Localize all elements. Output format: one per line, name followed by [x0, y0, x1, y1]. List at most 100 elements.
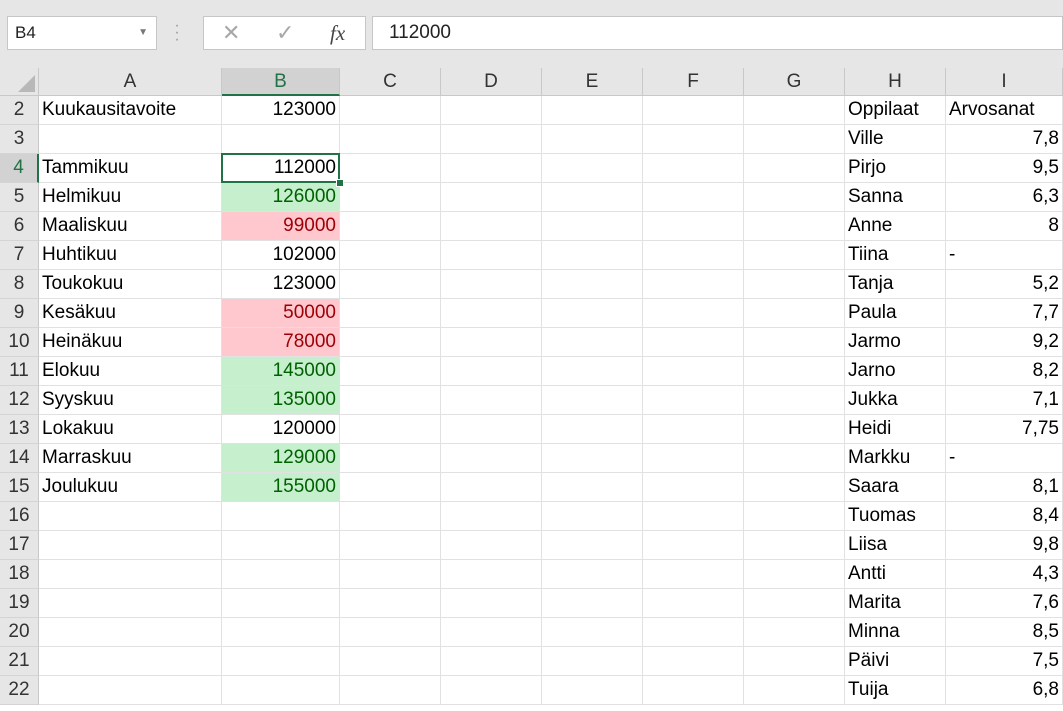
cell-e9[interactable]	[542, 299, 643, 328]
cell-e3[interactable]	[542, 125, 643, 154]
cell-a12[interactable]: Syyskuu	[39, 386, 222, 415]
cell-b18[interactable]	[222, 560, 340, 589]
cell-i18[interactable]: 4,3	[946, 560, 1063, 589]
cell-h6[interactable]: Anne	[845, 212, 946, 241]
row-header-19[interactable]: 19	[0, 589, 39, 618]
cell-h14[interactable]: Markku	[845, 444, 946, 473]
cell-h3[interactable]: Ville	[845, 125, 946, 154]
cell-e16[interactable]	[542, 502, 643, 531]
cell-i5[interactable]: 6,3	[946, 183, 1063, 212]
cell-b12[interactable]: 135000	[222, 386, 340, 415]
cell-i17[interactable]: 9,8	[946, 531, 1063, 560]
check-icon[interactable]: ✓	[276, 17, 294, 49]
row-header-8[interactable]: 8	[0, 270, 39, 299]
cell-i16[interactable]: 8,4	[946, 502, 1063, 531]
cell-c19[interactable]	[340, 589, 441, 618]
cell-d16[interactable]	[441, 502, 542, 531]
cell-g15[interactable]	[744, 473, 845, 502]
cell-i9[interactable]: 7,7	[946, 299, 1063, 328]
column-header-f[interactable]: F	[643, 68, 744, 96]
cell-h17[interactable]: Liisa	[845, 531, 946, 560]
cell-b4[interactable]: 112000	[222, 154, 340, 183]
cell-b17[interactable]	[222, 531, 340, 560]
chevron-down-icon[interactable]: ▼	[138, 17, 148, 49]
cell-b6[interactable]: 99000	[222, 212, 340, 241]
cell-b22[interactable]	[222, 676, 340, 705]
cell-c7[interactable]	[340, 241, 441, 270]
cell-e13[interactable]	[542, 415, 643, 444]
cell-a10[interactable]: Heinäkuu	[39, 328, 222, 357]
cell-d7[interactable]	[441, 241, 542, 270]
cell-a5[interactable]: Helmikuu	[39, 183, 222, 212]
cell-i12[interactable]: 7,1	[946, 386, 1063, 415]
cell-g21[interactable]	[744, 647, 845, 676]
cell-i15[interactable]: 8,1	[946, 473, 1063, 502]
cell-i21[interactable]: 7,5	[946, 647, 1063, 676]
cell-b21[interactable]	[222, 647, 340, 676]
row-header-15[interactable]: 15	[0, 473, 39, 502]
cell-i13[interactable]: 7,75	[946, 415, 1063, 444]
row-header-5[interactable]: 5	[0, 183, 39, 212]
cell-f5[interactable]	[643, 183, 744, 212]
cell-e18[interactable]	[542, 560, 643, 589]
cell-i11[interactable]: 8,2	[946, 357, 1063, 386]
row-header-14[interactable]: 14	[0, 444, 39, 473]
row-header-20[interactable]: 20	[0, 618, 39, 647]
cell-b2[interactable]: 123000	[222, 96, 340, 125]
cell-i2[interactable]: Arvosanat	[946, 96, 1063, 125]
cell-e7[interactable]	[542, 241, 643, 270]
cell-g11[interactable]	[744, 357, 845, 386]
cell-a17[interactable]	[39, 531, 222, 560]
cell-i20[interactable]: 8,5	[946, 618, 1063, 647]
cell-a14[interactable]: Marraskuu	[39, 444, 222, 473]
row-header-21[interactable]: 21	[0, 647, 39, 676]
cell-h16[interactable]: Tuomas	[845, 502, 946, 531]
cell-h21[interactable]: Päivi	[845, 647, 946, 676]
cell-f2[interactable]	[643, 96, 744, 125]
cell-d19[interactable]	[441, 589, 542, 618]
cell-g18[interactable]	[744, 560, 845, 589]
row-header-6[interactable]: 6	[0, 212, 39, 241]
cell-c13[interactable]	[340, 415, 441, 444]
cell-e21[interactable]	[542, 647, 643, 676]
cell-g7[interactable]	[744, 241, 845, 270]
row-header-11[interactable]: 11	[0, 357, 39, 386]
cell-f16[interactable]	[643, 502, 744, 531]
cell-d18[interactable]	[441, 560, 542, 589]
cell-a16[interactable]	[39, 502, 222, 531]
cell-g20[interactable]	[744, 618, 845, 647]
cell-b3[interactable]	[222, 125, 340, 154]
cell-a4[interactable]: Tammikuu	[39, 154, 222, 183]
cell-d21[interactable]	[441, 647, 542, 676]
drag-handle-icon[interactable]: · · ·	[174, 18, 180, 48]
cell-c5[interactable]	[340, 183, 441, 212]
cell-h18[interactable]: Antti	[845, 560, 946, 589]
cell-f22[interactable]	[643, 676, 744, 705]
cell-d3[interactable]	[441, 125, 542, 154]
cell-d8[interactable]	[441, 270, 542, 299]
select-all-button[interactable]	[0, 68, 39, 96]
cell-g17[interactable]	[744, 531, 845, 560]
cell-e2[interactable]	[542, 96, 643, 125]
cell-c6[interactable]	[340, 212, 441, 241]
row-header-16[interactable]: 16	[0, 502, 39, 531]
cell-f21[interactable]	[643, 647, 744, 676]
cell-b11[interactable]: 145000	[222, 357, 340, 386]
cell-e10[interactable]	[542, 328, 643, 357]
cell-f13[interactable]	[643, 415, 744, 444]
cell-h19[interactable]: Marita	[845, 589, 946, 618]
column-header-e[interactable]: E	[542, 68, 643, 96]
cell-d10[interactable]	[441, 328, 542, 357]
cell-g3[interactable]	[744, 125, 845, 154]
cell-d13[interactable]	[441, 415, 542, 444]
fill-handle[interactable]	[336, 179, 344, 187]
cell-e14[interactable]	[542, 444, 643, 473]
cell-h5[interactable]: Sanna	[845, 183, 946, 212]
cell-g5[interactable]	[744, 183, 845, 212]
row-header-18[interactable]: 18	[0, 560, 39, 589]
cell-h10[interactable]: Jarmo	[845, 328, 946, 357]
cell-f8[interactable]	[643, 270, 744, 299]
cell-f11[interactable]	[643, 357, 744, 386]
cell-a21[interactable]	[39, 647, 222, 676]
cell-g8[interactable]	[744, 270, 845, 299]
